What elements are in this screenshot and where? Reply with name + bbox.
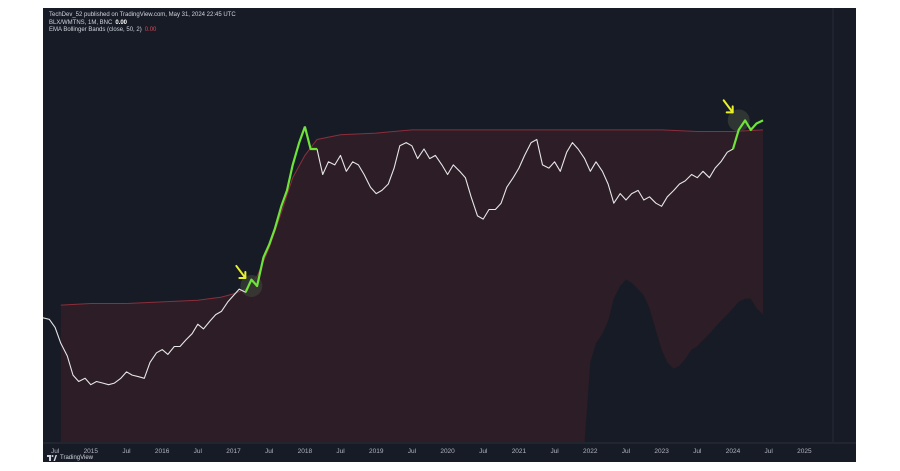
x-tick-label: Jul	[265, 448, 274, 455]
symbol-label: BLX/WMTNS, 1M, BNC	[49, 19, 113, 26]
x-tick-label: 2025	[797, 448, 812, 455]
indicator-line[interactable]: EMA Bollinger Bands (close, 50, 2) 0.00	[49, 27, 236, 35]
x-tick-label: 2024	[726, 448, 741, 455]
x-tick-label: Jul	[622, 448, 631, 455]
x-tick-label: 2020	[440, 448, 455, 455]
arrow-shaft-2	[722, 99, 734, 114]
x-tick-label: 2015	[84, 448, 99, 455]
x-tick-label: 2016	[155, 448, 170, 455]
price-chart[interactable]: Jul 2015 Jul 2016 Jul 2017 Jul 2018 Jul 2019 Jul 20…	[43, 8, 856, 462]
indicator-value: 0.00	[144, 27, 157, 33]
x-tick-label: 2017	[226, 448, 241, 455]
x-tick-label: Jul	[693, 448, 702, 455]
x-tick-label: Jul	[336, 448, 345, 455]
indicator-label: EMA Bollinger Bands (close, 50, 2)	[49, 27, 142, 33]
symbol-value: 0.00	[115, 19, 128, 26]
x-tick-label: 2019	[369, 448, 384, 455]
x-tick-label: 2023	[654, 448, 669, 455]
x-tick-label: Jul	[479, 448, 488, 455]
x-tick-label: Jul	[51, 448, 60, 455]
footer-brand: TradingView	[60, 455, 94, 461]
arrow-shaft-1	[235, 264, 247, 279]
chart-frame: Jul 2015 Jul 2016 Jul 2017 Jul 2018 Jul 2019 Jul 20…	[43, 8, 856, 462]
x-tick-label: Jul	[194, 448, 203, 455]
x-tick-label: Jul	[765, 448, 774, 455]
x-tick-label: 2018	[298, 448, 313, 455]
x-tick-label: Jul	[122, 448, 131, 455]
symbol-line: BLX/WMTNS, 1M, BNC 0.00	[49, 20, 236, 28]
published-line: TechDev_52 published on TradingView.com,…	[49, 12, 236, 18]
x-tick-label: 2021	[512, 448, 527, 455]
tradingview-footer[interactable]: TradingView	[47, 455, 93, 461]
tradingview-logo-icon	[47, 455, 57, 461]
chart-header: TechDev_52 published on TradingView.com,…	[49, 12, 236, 35]
x-tick-label: 2022	[583, 448, 598, 455]
x-tick-label: Jul	[408, 448, 417, 455]
x-tick-label: Jul	[550, 448, 559, 455]
